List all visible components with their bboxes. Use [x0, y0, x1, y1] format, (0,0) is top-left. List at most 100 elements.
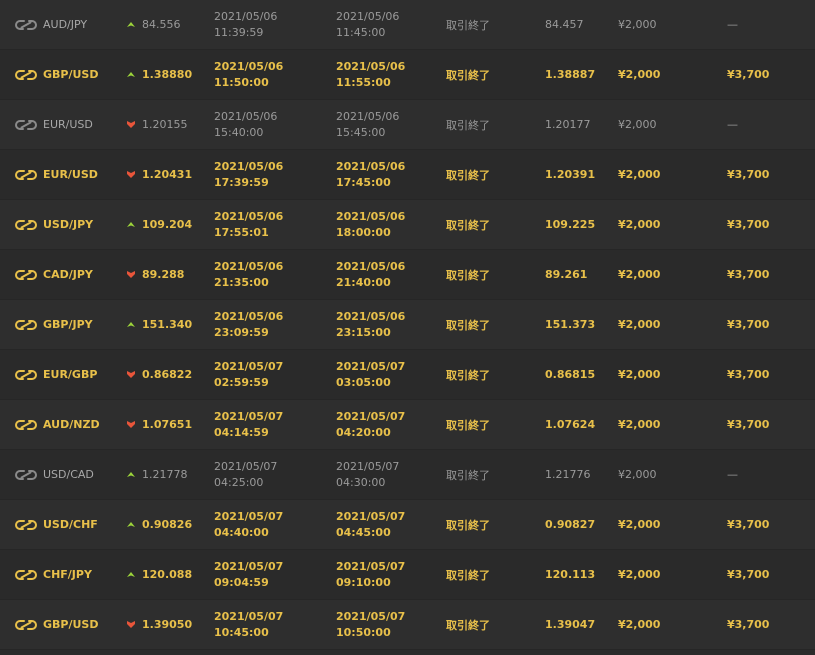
close-rate: 151.373: [545, 318, 596, 331]
entry-datetime: 2021/05/06 15:40:00: [214, 100, 277, 149]
purchase-amount: ¥2,000: [618, 168, 661, 181]
expiry-time: 17:45:00: [336, 175, 391, 189]
trade-link-icon: [15, 150, 37, 199]
table-row[interactable]: EUR/GBP 0.86822 2021/05/07 02:59:59 2021/05/…: [0, 350, 815, 400]
purchase-amount: ¥2,000: [618, 618, 661, 631]
entry-datetime: 2021/05/06 17:55:01: [214, 200, 283, 249]
status-label: 取引終了: [446, 168, 490, 182]
payout-amount: ¥3,700: [727, 168, 770, 181]
close-rate: 1.20177: [545, 118, 591, 131]
entry-rate: 109.204: [142, 218, 193, 231]
status-label: 取引終了: [446, 568, 490, 582]
purchase-amount: ¥2,000: [618, 18, 657, 31]
table-row[interactable]: USD/JPY 109.204 2021/05/06 17:55:01 2021/05/…: [0, 200, 815, 250]
table-row[interactable]: AUD/NZD 1.07651 2021/05/07 04:14:59 2021/05/…: [0, 400, 815, 450]
status-label: 取引終了: [446, 118, 490, 132]
entry-date: 2021/05/07: [214, 409, 284, 423]
trade-history-table: AUD/JPY 84.556 2021/05/06 11:39:59 2021/05/0…: [0, 0, 815, 650]
currency-pair: USD/CAD: [43, 468, 94, 481]
expiry-date: 2021/05/06: [336, 109, 400, 123]
expiry-time: 03:05:00: [336, 375, 391, 389]
payout-amount: ¥3,700: [727, 518, 770, 531]
trade-link-icon: [15, 250, 37, 299]
payout-amount: ¥3,700: [727, 568, 770, 581]
entry-rate: 1.20431: [142, 168, 193, 181]
table-row[interactable]: GBP/USD 1.38880 2021/05/06 11:50:00 2021/05/…: [0, 50, 815, 100]
entry-rate: 0.90826: [142, 518, 193, 531]
entry-date: 2021/05/07: [214, 559, 284, 573]
expiry-date: 2021/05/06: [336, 259, 406, 273]
payout-amount: —: [727, 18, 738, 31]
expiry-time: 09:10:00: [336, 575, 391, 589]
status-label: 取引終了: [446, 468, 490, 482]
table-row[interactable]: AUD/JPY 84.556 2021/05/06 11:39:59 2021/05/0…: [0, 0, 815, 50]
table-row[interactable]: GBP/JPY 151.340 2021/05/06 23:09:59 2021/05/…: [0, 300, 815, 350]
expiry-time: 04:30:00: [336, 475, 386, 489]
expiry-date: 2021/05/06: [336, 9, 400, 23]
expiry-datetime: 2021/05/07 03:05:00: [336, 350, 405, 399]
close-rate: 120.113: [545, 568, 596, 581]
trade-link-icon: [15, 200, 37, 249]
entry-time: 04:40:00: [214, 525, 269, 539]
table-row[interactable]: GBP/USD 1.39050 2021/05/07 10:45:00 2021/05/…: [0, 600, 815, 650]
status-label: 取引終了: [446, 368, 490, 382]
entry-date: 2021/05/07: [214, 609, 284, 623]
entry-time: 23:09:59: [214, 325, 269, 339]
expiry-time: 11:45:00: [336, 25, 386, 39]
expiry-time: 04:20:00: [336, 425, 391, 439]
expiry-date: 2021/05/07: [336, 509, 406, 523]
payout-amount: —: [727, 468, 738, 481]
currency-pair: EUR/USD: [43, 118, 93, 131]
arrow-down-icon: [124, 250, 138, 299]
entry-time: 04:25:00: [214, 475, 264, 489]
entry-date: 2021/05/06: [214, 109, 278, 123]
payout-amount: —: [727, 118, 738, 131]
trade-link-icon: [15, 600, 37, 649]
entry-datetime: 2021/05/07 10:45:00: [214, 600, 283, 649]
arrow-up-icon: [124, 500, 138, 549]
expiry-datetime: 2021/05/06 15:45:00: [336, 100, 399, 149]
table-row[interactable]: USD/CAD 1.21778 2021/05/07 04:25:00 2021/05/…: [0, 450, 815, 500]
status-label: 取引終了: [446, 518, 490, 532]
purchase-amount: ¥2,000: [618, 568, 661, 581]
trade-link-icon: [15, 100, 37, 149]
entry-time: 10:45:00: [214, 625, 269, 639]
arrow-down-icon: [124, 350, 138, 399]
table-row[interactable]: CHF/JPY 120.088 2021/05/07 09:04:59 2021/05/…: [0, 550, 815, 600]
table-row[interactable]: CAD/JPY 89.288 2021/05/06 21:35:00 2021/05/0…: [0, 250, 815, 300]
entry-datetime: 2021/05/06 11:50:00: [214, 50, 283, 99]
expiry-date: 2021/05/06: [336, 309, 406, 323]
entry-rate: 89.288: [142, 268, 185, 281]
entry-time: 11:50:00: [214, 75, 269, 89]
table-row[interactable]: EUR/USD 1.20431 2021/05/06 17:39:59 2021/05/…: [0, 150, 815, 200]
expiry-time: 10:50:00: [336, 625, 391, 639]
trade-link-icon: [15, 500, 37, 549]
entry-rate: 1.39050: [142, 618, 193, 631]
trade-link-icon: [15, 50, 37, 99]
purchase-amount: ¥2,000: [618, 468, 657, 481]
close-rate: 0.86815: [545, 368, 596, 381]
entry-time: 04:14:59: [214, 425, 269, 439]
arrow-up-icon: [124, 450, 138, 499]
status-label: 取引終了: [446, 318, 490, 332]
currency-pair: CHF/JPY: [43, 568, 92, 581]
trade-link-icon: [15, 350, 37, 399]
status-label: 取引終了: [446, 618, 490, 632]
expiry-datetime: 2021/05/06 11:55:00: [336, 50, 405, 99]
arrow-up-icon: [124, 300, 138, 349]
entry-date: 2021/05/06: [214, 159, 284, 173]
entry-time: 17:55:01: [214, 225, 269, 239]
entry-rate: 1.07651: [142, 418, 193, 431]
currency-pair: AUD/JPY: [43, 18, 88, 31]
entry-datetime: 2021/05/06 23:09:59: [214, 300, 283, 349]
entry-time: 17:39:59: [214, 175, 269, 189]
table-row[interactable]: USD/CHF 0.90826 2021/05/07 04:40:00 2021/05/…: [0, 500, 815, 550]
close-rate: 89.261: [545, 268, 588, 281]
entry-date: 2021/05/07: [214, 359, 284, 373]
table-row[interactable]: EUR/USD 1.20155 2021/05/06 15:40:00 2021/05/…: [0, 100, 815, 150]
entry-date: 2021/05/06: [214, 309, 284, 323]
payout-amount: ¥3,700: [727, 368, 770, 381]
expiry-datetime: 2021/05/07 04:30:00: [336, 450, 399, 499]
close-rate: 1.21776: [545, 468, 591, 481]
entry-date: 2021/05/06: [214, 259, 284, 273]
